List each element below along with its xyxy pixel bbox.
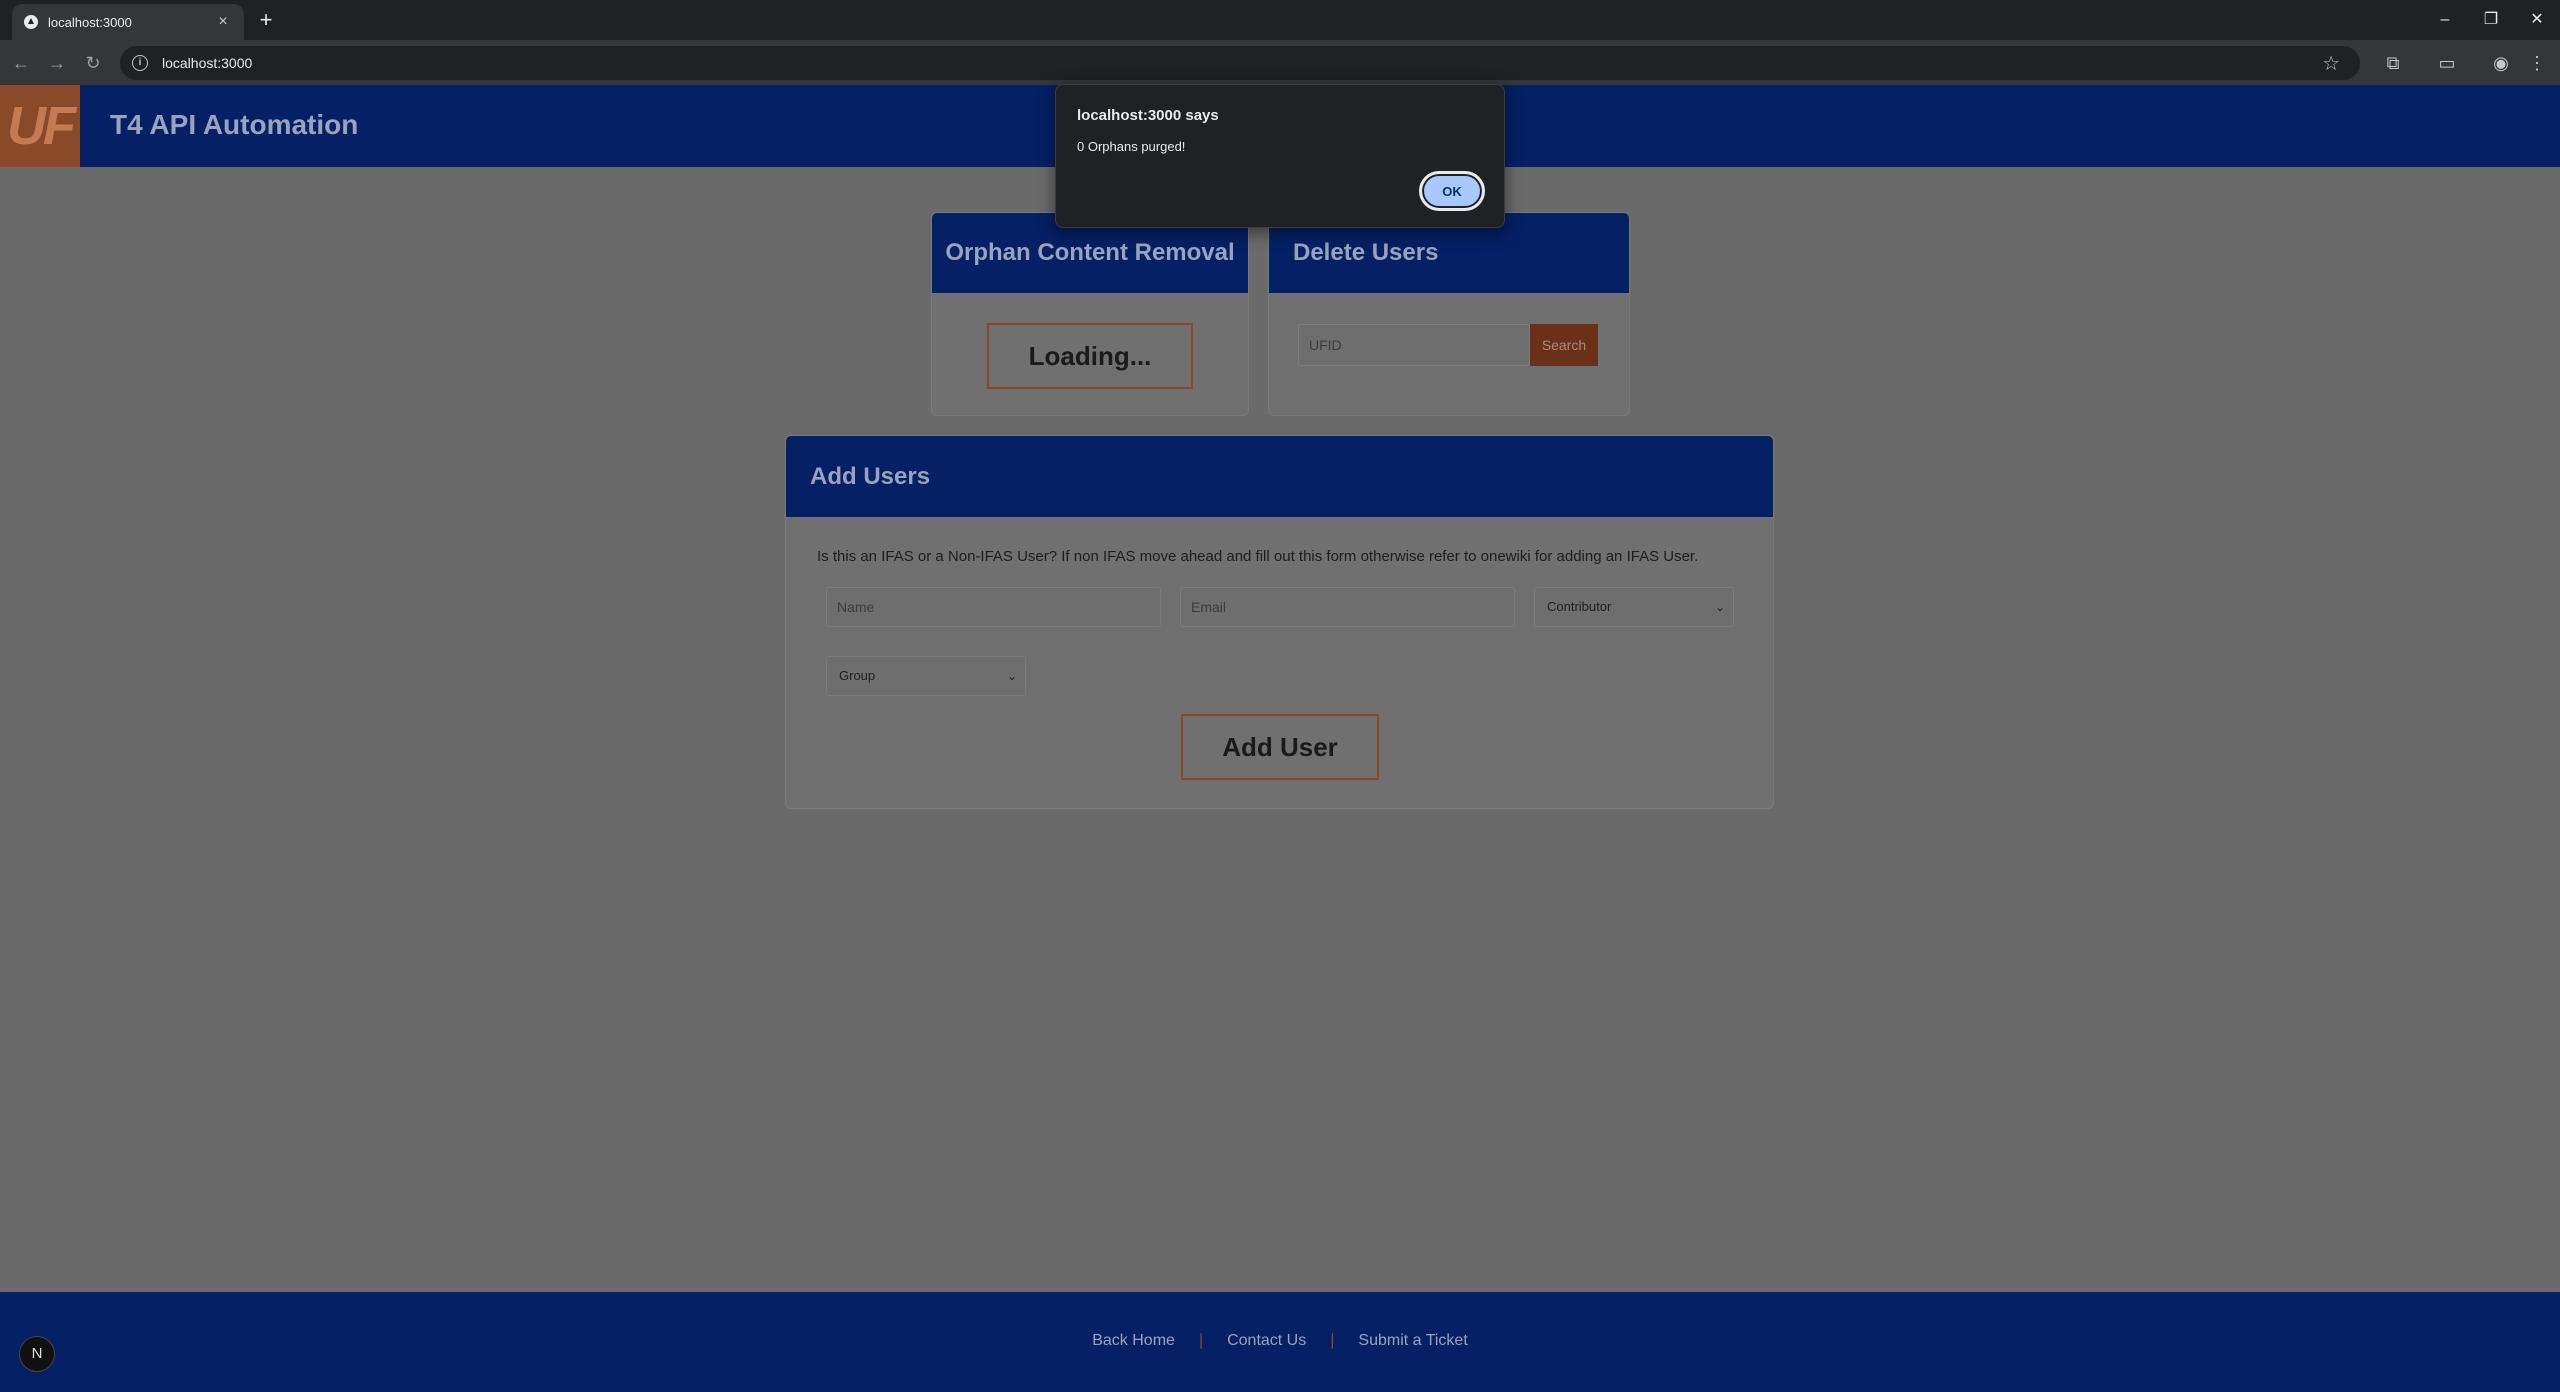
name-field[interactable] — [826, 587, 1161, 627]
browser-tab[interactable]: localhost:3000 × — [12, 4, 244, 40]
add-user-button[interactable]: Add User — [1181, 714, 1379, 780]
ufid-input[interactable] — [1298, 324, 1530, 366]
profile-icon[interactable]: ◉ — [2488, 50, 2514, 76]
bookmark-star-icon[interactable]: ☆ — [2322, 51, 2340, 76]
contact-us-link[interactable]: Contact Us — [1227, 1332, 1306, 1349]
uf-logo[interactable]: UF — [0, 85, 80, 167]
footer-separator: | — [1198, 1332, 1204, 1349]
new-tab-button[interactable]: + — [252, 6, 280, 34]
forward-icon[interactable]: → — [44, 50, 70, 76]
restore-icon[interactable]: ❐ — [2468, 0, 2514, 40]
favicon-icon — [24, 15, 38, 29]
site-footer: N Back Home | Contact Us | Submit a Ticket — [0, 1292, 2560, 1392]
minimize-icon[interactable]: – — [2422, 0, 2468, 40]
back-home-link[interactable]: Back Home — [1092, 1332, 1175, 1349]
footer-links: Back Home | Contact Us | Submit a Ticket — [0, 1332, 2560, 1350]
sidepanel-icon[interactable]: ▭ — [2434, 50, 2460, 76]
tab-title: localhost:3000 — [48, 14, 132, 30]
address-bar[interactable]: i localhost:3000 ☆ — [120, 46, 2360, 80]
add-users-description: Is this an IFAS or a Non-IFAS User? If n… — [817, 548, 1699, 565]
back-icon[interactable]: ← — [8, 50, 34, 76]
close-window-icon[interactable]: ✕ — [2514, 0, 2560, 40]
role-select[interactable]: Contributor ⌄ — [1534, 587, 1734, 627]
url-text: localhost:3000 — [162, 55, 253, 71]
extensions-icon[interactable]: ⧉ — [2380, 50, 2406, 76]
role-select-value: Contributor — [1547, 599, 1612, 614]
email-field[interactable] — [1180, 587, 1515, 627]
browser-toolbar: ← → ↻ i localhost:3000 ☆ ⧉ ▭ ◉ ⋮ — [0, 40, 2560, 85]
footer-separator: | — [1330, 1332, 1335, 1349]
orphan-content-card: Orphan Content Removal Loading... — [931, 212, 1249, 416]
close-tab-icon[interactable]: × — [214, 13, 232, 31]
delete-users-card: Delete Users Search — [1268, 212, 1630, 416]
search-button[interactable]: Search — [1530, 324, 1598, 366]
submit-ticket-link[interactable]: Submit a Ticket — [1358, 1332, 1467, 1349]
chevron-down-icon: ⌄ — [1714, 600, 1725, 614]
site-info-icon[interactable]: i — [132, 55, 148, 71]
group-select[interactable]: Group ⌄ — [826, 656, 1026, 696]
chevron-down-icon: ⌄ — [1006, 669, 1017, 683]
dialog-message: 0 Orphans purged! — [1077, 139, 1186, 154]
alert-dialog: localhost:3000 says 0 Orphans purged! OK — [1055, 84, 1505, 228]
group-select-value: Group — [839, 668, 876, 683]
dialog-title: localhost:3000 says — [1077, 107, 1219, 124]
add-users-card: Add Users Is this an IFAS or a Non-IFAS … — [785, 435, 1774, 809]
browser-tab-bar: localhost:3000 × + – ❐ ✕ — [0, 0, 2560, 40]
purge-orphans-button[interactable]: Loading... — [987, 323, 1193, 389]
ok-button[interactable]: OK — [1419, 171, 1485, 211]
site-title: T4 API Automation — [110, 109, 359, 140]
menu-kebab-icon[interactable]: ⋮ — [2524, 50, 2550, 76]
add-card-title: Add Users — [786, 436, 1773, 517]
reload-icon[interactable]: ↻ — [80, 50, 106, 76]
